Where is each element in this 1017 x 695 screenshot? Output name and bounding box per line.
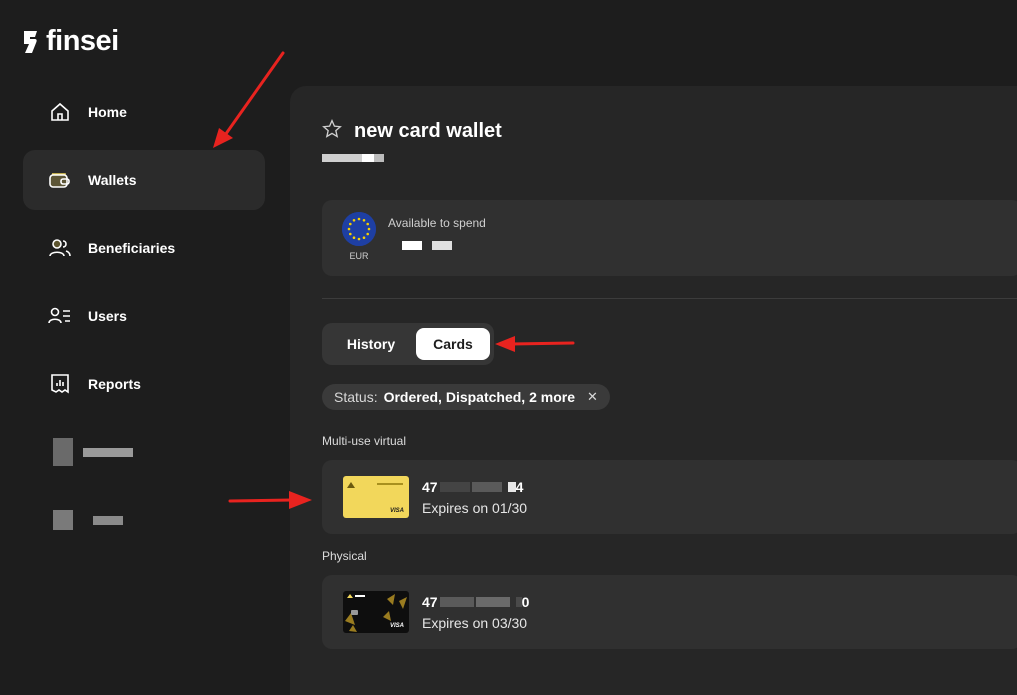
card-row-virtual[interactable]: VISA 47 4 Expires on 01/30 <box>322 460 1017 534</box>
brand-logo[interactable]: finsei <box>23 27 119 56</box>
card-number: 47 0 <box>422 594 529 610</box>
card-expiry: Expires on 01/30 <box>422 500 528 516</box>
sidebar-item-redacted[interactable] <box>23 422 265 482</box>
home-icon <box>48 100 72 124</box>
clear-filter-icon[interactable]: ✕ <box>587 389 598 405</box>
wallet-icon <box>48 168 72 192</box>
redacted-block <box>439 482 470 492</box>
view-switcher: History Cards <box>322 323 494 365</box>
card-row-physical[interactable]: VISA 47 0 Expires on 03/30 <box>322 575 1017 649</box>
star-icon[interactable] <box>322 119 342 144</box>
visa-logo: VISA <box>389 623 404 629</box>
sidebar-item-beneficiaries[interactable]: Beneficiaries <box>23 218 265 278</box>
sidebar-item-label: Users <box>88 308 127 324</box>
redacted-block <box>53 510 73 530</box>
sidebar-item-label: Beneficiaries <box>88 240 176 256</box>
section-divider <box>322 298 1017 299</box>
brand-name: finsei <box>46 25 119 57</box>
balance-value-redacted <box>402 241 452 250</box>
redacted-block <box>402 241 422 250</box>
tab-cards[interactable]: Cards <box>416 328 490 360</box>
virtual-card-thumbnail: VISA <box>343 476 409 518</box>
section-label-virtual: Multi-use virtual <box>322 434 407 448</box>
redacted-block <box>53 438 73 466</box>
finsei-logo-icon <box>24 30 37 53</box>
redacted-block <box>432 241 452 250</box>
sidebar: finsei Home Wallets Beneficiaries Users … <box>0 0 290 695</box>
card-number-suffix: 0 <box>521 594 530 610</box>
eu-flag-icon <box>342 212 376 246</box>
card-number: 47 4 <box>422 479 523 495</box>
sidebar-item-wallets[interactable]: Wallets <box>23 150 265 210</box>
redacted-block <box>93 515 123 525</box>
report-icon <box>48 372 72 396</box>
redacted-block <box>374 154 384 162</box>
sidebar-item-label: Reports <box>88 376 141 392</box>
sidebar-item-label: Home <box>88 104 127 120</box>
redacted-block <box>475 597 510 607</box>
physical-card-thumbnail: VISA <box>343 591 409 633</box>
wallet-id-redacted <box>322 154 384 162</box>
card-number-prefix: 47 <box>422 479 438 495</box>
balance-card[interactable]: EUR Available to spend <box>322 200 1017 276</box>
filter-key: Status: <box>334 389 378 405</box>
section-label-physical: Physical <box>322 549 367 563</box>
user-list-icon <box>48 304 72 328</box>
sidebar-item-home[interactable]: Home <box>23 82 265 142</box>
visa-logo: VISA <box>389 508 404 514</box>
redacted-block <box>83 447 133 457</box>
filter-value: Ordered, Dispatched, 2 more <box>383 389 575 405</box>
wallet-header: new card wallet <box>322 119 502 144</box>
sidebar-item-users[interactable]: Users <box>23 286 265 346</box>
card-number-prefix: 47 <box>422 594 438 610</box>
redacted-block <box>362 154 374 162</box>
wallet-detail-panel: new card wallet EUR Available to spend H… <box>290 86 1017 695</box>
card-number-suffix: 4 <box>515 479 524 495</box>
available-label: Available to spend <box>388 216 486 230</box>
sidebar-item-redacted[interactable] <box>23 490 265 550</box>
page-title: new card wallet <box>354 120 502 142</box>
redacted-block <box>322 154 362 162</box>
tab-history[interactable]: History <box>326 328 416 360</box>
currency-code: EUR <box>349 251 369 261</box>
card-expiry: Expires on 03/30 <box>422 615 528 631</box>
redacted-block <box>507 482 516 492</box>
sidebar-item-label: Wallets <box>88 172 137 188</box>
status-filter-chip[interactable]: Status: Ordered, Dispatched, 2 more ✕ <box>322 384 610 410</box>
redacted-block <box>439 597 474 607</box>
sidebar-nav: Home Wallets Beneficiaries Users Reports <box>23 82 265 558</box>
sidebar-item-reports[interactable]: Reports <box>23 354 265 414</box>
redacted-block <box>471 482 502 492</box>
users-icon <box>48 236 72 260</box>
